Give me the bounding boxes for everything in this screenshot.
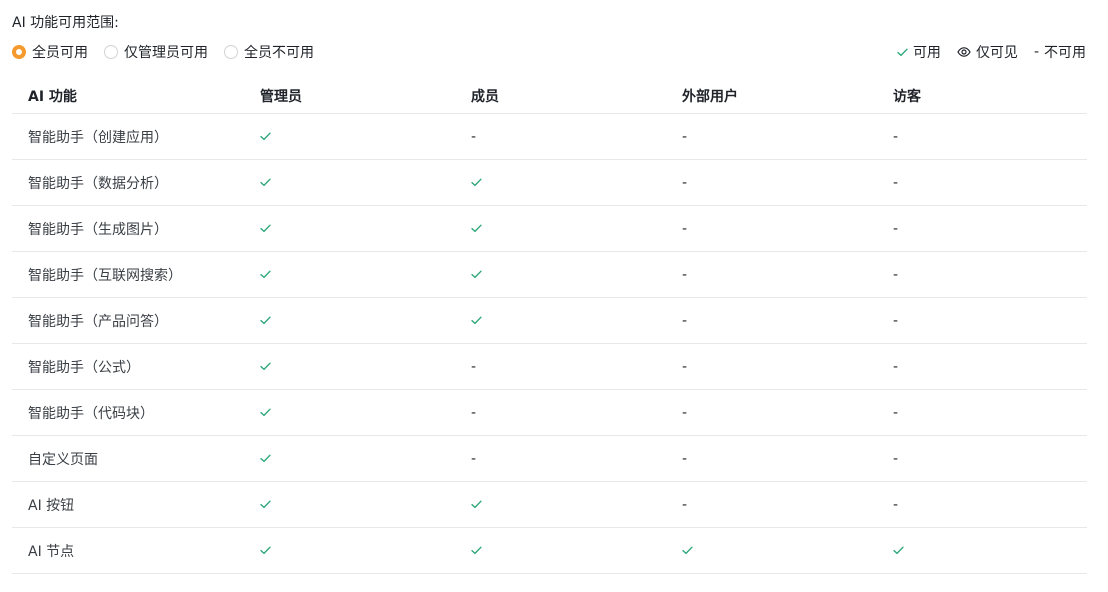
table-row: 智能助手（创建应用） - - - <box>12 114 1087 160</box>
unavailable-dash: - <box>682 174 688 191</box>
table-body: 智能助手（创建应用） - - - 智能助手（数据分析） - - 智能助手（生成图片） - - 智能助… <box>12 114 1087 574</box>
unavailable-dash: - <box>471 404 477 421</box>
check-icon <box>455 313 666 329</box>
feature-name: 智能助手（数据分析） <box>28 175 168 192</box>
radio-label: 仅管理员可用 <box>124 45 208 61</box>
check-icon <box>244 451 455 467</box>
check-icon <box>455 221 666 237</box>
table-row: 智能助手（生成图片） - - <box>12 206 1087 252</box>
table-row: 智能助手（产品问答） - - <box>12 298 1087 344</box>
unavailable-dash: - <box>682 312 688 329</box>
section-title: AI 功能可用范围: <box>12 15 119 31</box>
check-icon <box>244 543 455 559</box>
check-icon <box>244 313 455 329</box>
header-admin: 管理员 <box>260 88 302 105</box>
radio-none-available[interactable]: 全员不可用 <box>224 42 314 62</box>
feature-name: 智能助手（产品问答） <box>28 313 168 330</box>
check-icon <box>455 497 666 513</box>
radio-admin-only[interactable]: 仅管理员可用 <box>104 42 208 62</box>
unavailable-dash: - <box>682 128 688 145</box>
unavailable-dash: - <box>682 450 688 467</box>
header-guest: 访客 <box>893 88 921 105</box>
table-row: 智能助手（互联网搜索） - - <box>12 252 1087 298</box>
legend-unavailable-label: 不可用 <box>1044 45 1086 61</box>
check-icon <box>897 48 908 57</box>
check-icon <box>244 129 455 145</box>
unavailable-dash: - <box>471 128 477 145</box>
scope-radio-group: 全员可用 仅管理员可用 全员不可用 <box>12 42 330 62</box>
check-icon <box>244 221 455 237</box>
feature-name: 智能助手（公式） <box>28 359 140 376</box>
unavailable-dash: - <box>471 358 477 375</box>
unavailable-dash: - <box>893 220 899 237</box>
header-external-user: 外部用户 <box>682 88 738 105</box>
radio-circle-checked[interactable] <box>12 45 26 59</box>
unavailable-dash: - <box>893 312 899 329</box>
dash-symbol: - <box>1033 44 1039 60</box>
unavailable-dash: - <box>682 266 688 283</box>
legend-view-only-label: 仅可见 <box>975 45 1018 61</box>
check-icon <box>244 267 455 283</box>
check-icon <box>877 543 1087 559</box>
legend-available-label: 可用 <box>912 45 941 61</box>
radio-all-available[interactable]: 全员可用 <box>12 42 88 62</box>
table-row: AI 按钮 - - <box>12 482 1087 528</box>
feature-name: 智能助手（生成图片） <box>28 221 168 238</box>
header-feature: AI 功能 <box>28 88 77 105</box>
table-row: 自定义页面 - - - <box>12 436 1087 482</box>
unavailable-dash: - <box>893 266 899 283</box>
table-row: AI 节点 <box>12 528 1087 574</box>
check-icon <box>455 267 666 283</box>
legend-available: 可用 <box>897 42 941 62</box>
check-icon <box>244 497 455 513</box>
radio-circle[interactable] <box>104 45 118 59</box>
radio-label: 全员不可用 <box>244 45 314 61</box>
check-icon <box>244 175 455 191</box>
unavailable-dash: - <box>893 450 899 467</box>
feature-name: 智能助手（创建应用） <box>28 129 168 146</box>
legend-view-only: 仅可见 <box>957 42 1018 62</box>
feature-name: AI 按钮 <box>28 497 75 514</box>
header-member: 成员 <box>471 88 499 105</box>
unavailable-dash: - <box>682 496 688 513</box>
table-header: AI 功能 管理员 成员 外部用户 访客 <box>12 78 1087 114</box>
table-row: 智能助手（公式） - - - <box>12 344 1087 390</box>
unavailable-dash: - <box>682 220 688 237</box>
feature-name: 智能助手（互联网搜索） <box>28 267 182 284</box>
check-icon <box>666 543 877 559</box>
radio-circle[interactable] <box>224 45 238 59</box>
unavailable-dash: - <box>893 128 899 145</box>
check-icon <box>244 359 455 375</box>
legend: 可用 仅可见 - 不可用 <box>881 42 1086 62</box>
legend-unavailable: - 不可用 <box>1034 42 1086 62</box>
unavailable-dash: - <box>893 404 899 421</box>
feature-name: AI 节点 <box>28 543 75 560</box>
table-row: 智能助手（代码块） - - - <box>12 390 1087 436</box>
check-icon <box>244 405 455 421</box>
unavailable-dash: - <box>471 450 477 467</box>
feature-name: 智能助手（代码块） <box>28 405 154 422</box>
feature-name: 自定义页面 <box>28 451 98 468</box>
check-icon <box>455 543 666 559</box>
eye-icon <box>957 47 971 57</box>
unavailable-dash: - <box>893 174 899 191</box>
unavailable-dash: - <box>682 404 688 421</box>
unavailable-dash: - <box>682 358 688 375</box>
unavailable-dash: - <box>893 358 899 375</box>
ai-feature-table: AI 功能 管理员 成员 外部用户 访客 智能助手（创建应用） - - - 智能助手（数… <box>12 78 1087 574</box>
radio-label: 全员可用 <box>32 45 88 61</box>
table-row: 智能助手（数据分析） - - <box>12 160 1087 206</box>
check-icon <box>455 175 666 191</box>
unavailable-dash: - <box>893 496 899 513</box>
